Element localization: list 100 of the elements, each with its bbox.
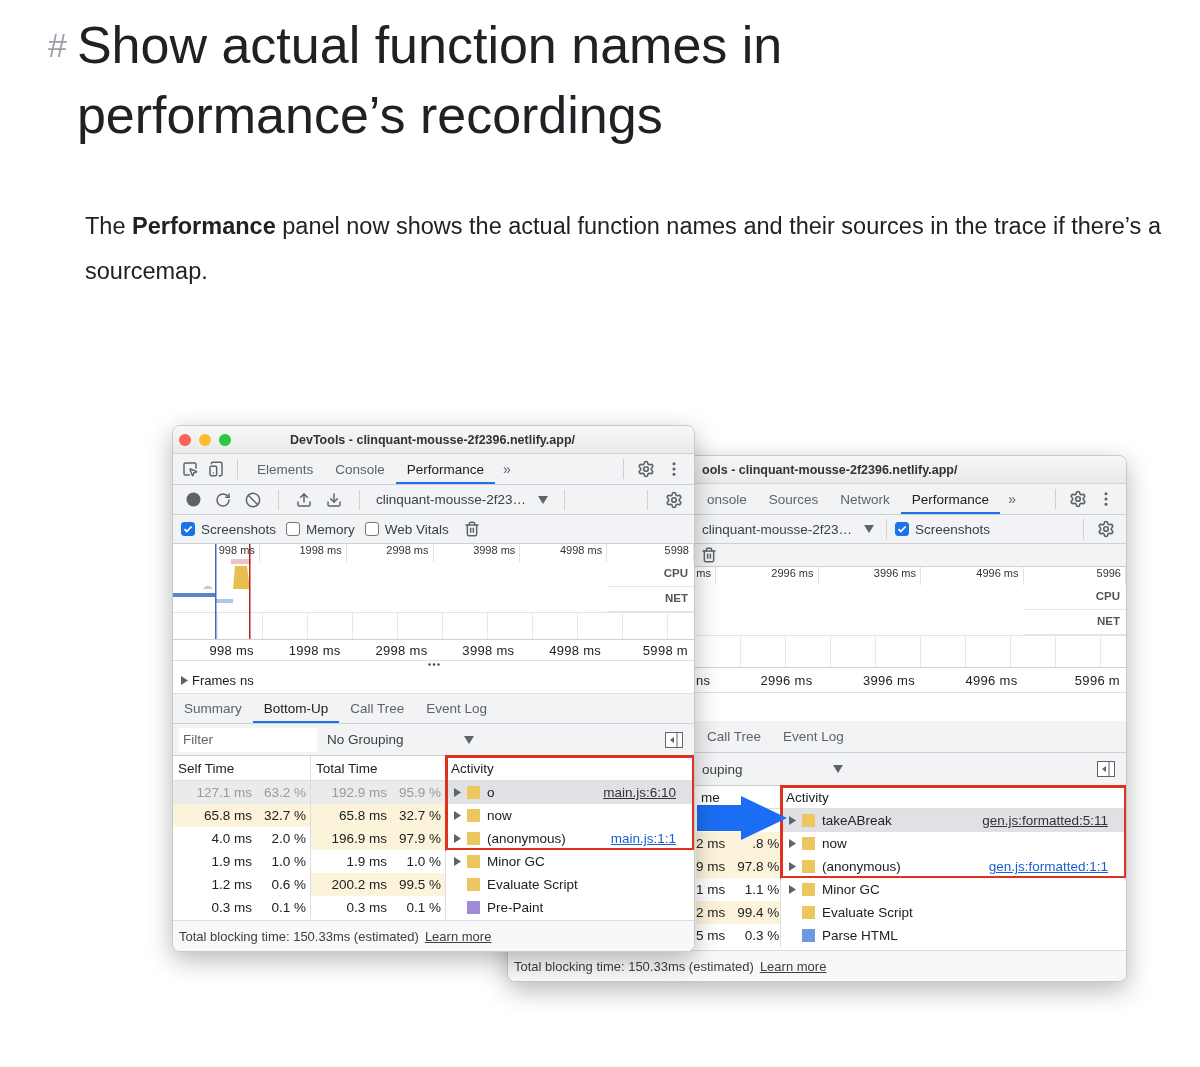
activity-name: now (822, 836, 847, 851)
time-ruler-label: 998 ms (208, 642, 255, 658)
checkbox[interactable] (286, 522, 301, 536)
time-cell: 65.8 ms 32.7 % (311, 804, 445, 827)
time-cell: 2 ms 99.4 % (696, 901, 780, 924)
checkbox-label: Web Vitals (384, 521, 449, 537)
ruler-tick-label: 4998 ms (520, 544, 608, 562)
ruler-tick-label: 2998 ms (346, 544, 434, 562)
checkmark-icon (897, 524, 908, 534)
arrow-icon (697, 796, 787, 840)
time-cell: 127.1 ms 63.2 % (173, 781, 310, 804)
dropdown-caret-icon (864, 525, 875, 533)
time-cell: 2 ms .8 % (696, 832, 780, 855)
activity-cell[interactable]: takeABreak gen.js:formatted:5:11 (781, 809, 1126, 832)
grouping-select[interactable]: ouping (698, 761, 847, 777)
expand-triangle-icon[interactable] (789, 885, 796, 894)
activity-name: Parse HTML (822, 928, 898, 943)
time-cell: 65.8 ms 32.7 % (173, 804, 310, 827)
learn-more-link[interactable]: Learn more (424, 928, 492, 944)
expand-triangle-icon[interactable] (789, 839, 796, 848)
resize-handle-icon[interactable] (427, 663, 440, 666)
time-cell: 196.9 ms 97.9 % (311, 827, 445, 850)
panel-tab[interactable]: Network (829, 484, 901, 514)
details-tab[interactable]: Event Log (772, 721, 855, 752)
time-ruler-label: 1998 ms (287, 642, 342, 658)
expand-triangle-icon[interactable] (789, 816, 796, 825)
panel-tab[interactable]: Console (324, 454, 396, 484)
grouping-select[interactable]: No Grouping (323, 732, 478, 747)
expand-triangle-icon[interactable] (454, 811, 461, 820)
activity-name: Evaluate Script (822, 905, 913, 920)
expand-triangle-icon[interactable] (789, 862, 796, 871)
source-link[interactable]: gen.js:formatted:5:11 (982, 813, 1108, 828)
panel-tab[interactable]: onsole (696, 484, 758, 514)
time-ruler-label: 3996 ms (862, 672, 916, 688)
time-cell: 192.9 ms 95.9 % (311, 781, 445, 804)
details-tab[interactable]: Event Log (415, 694, 499, 723)
ruler-tick-label: ms (696, 567, 716, 585)
time-cell: 200.2 ms 99.5 % (311, 873, 445, 896)
activity-name: (anonymous) (487, 831, 566, 846)
article-paragraph: The Performance panel now shows the actual function names and their sources in the trace if there’s a sourcemap. (85, 212, 1162, 286)
dropdown-caret-icon (463, 735, 474, 744)
expand-triangle-icon[interactable] (181, 676, 188, 685)
track-title[interactable]: Frames (192, 673, 237, 688)
activity-name: now (487, 808, 512, 823)
ruler-tick-label: 3998 ms (433, 544, 521, 562)
activity-name: Evaluate Script (487, 877, 578, 892)
activity-name: (anonymous) (822, 859, 901, 874)
more-tabs-button[interactable]: » (495, 461, 519, 477)
footer-text: Total blocking time: 150.33ms (estimated) (514, 958, 754, 974)
checkmark-icon (183, 524, 193, 534)
checkbox[interactable] (895, 522, 910, 536)
target-select[interactable]: clinquant-mousse-2f23… (372, 492, 553, 507)
ruler-tick-label: 2996 ms (716, 567, 819, 585)
activity-name: takeABreak (822, 813, 892, 828)
time-ruler-label: 3998 ms (461, 642, 516, 658)
ruler-tick-label: 5998 (607, 544, 694, 562)
activity-name: Pre-Paint (487, 900, 544, 915)
window-title: DevTools - clinquant-mousse-2f2396.netlify.app/ (289, 432, 576, 447)
dropdown-caret-icon (832, 765, 843, 773)
time-ruler-label: 2996 ms (759, 672, 814, 688)
time-ruler-label: 2998 ms (374, 642, 429, 658)
checkbox[interactable] (181, 522, 195, 536)
expand-triangle-icon[interactable] (454, 834, 461, 843)
panel-tab[interactable]: Elements (246, 454, 325, 484)
column-header[interactable]: Self Time (178, 760, 235, 776)
more-tabs-button[interactable]: » (1000, 491, 1024, 507)
close-button[interactable] (179, 433, 191, 446)
time-cell: 9 ms 97.8 % (696, 855, 780, 878)
ruler-tick-label: 1998 ms (259, 544, 347, 562)
ruler-tick-label: 4996 ms (921, 567, 1024, 585)
track-label: CPU (607, 562, 694, 587)
details-tab[interactable]: Call Tree (696, 721, 773, 752)
window-title: ools - clinquant-mousse-2f2396.netlify.app/ (702, 462, 958, 477)
filter-field[interactable]: Filter (179, 727, 317, 752)
details-tab[interactable]: Call Tree (339, 694, 416, 723)
expand-triangle-icon[interactable] (454, 857, 461, 866)
learn-more-link[interactable]: Learn more (759, 958, 827, 974)
column-header[interactable]: Total Time (316, 760, 378, 776)
checkbox-label: Screenshots (201, 521, 277, 537)
target-select[interactable]: clinquant-mousse-2f23… (698, 521, 879, 537)
time-ruler-label: 4998 ms (548, 642, 603, 658)
activity-name: o (487, 785, 495, 800)
footer-text: Total blocking time: 150.33ms (estimated) (179, 928, 419, 944)
source-link[interactable]: main.js:6:10 (603, 785, 676, 800)
panel-tab[interactable]: Sources (757, 484, 830, 514)
details-tab[interactable]: Summary (173, 694, 253, 723)
ruler-tick-label: 5996 (1023, 567, 1126, 585)
time-ruler-label: ns (696, 672, 712, 688)
column-header[interactable]: me (701, 789, 720, 805)
source-link[interactable]: main.js:1:1 (610, 831, 676, 846)
checkbox-label: Screenshots (915, 521, 991, 537)
activity-name: Minor GC (487, 854, 545, 869)
checkbox[interactable] (364, 522, 379, 536)
dropdown-caret-icon (538, 495, 549, 504)
track-label: CPU (1023, 585, 1126, 610)
article-heading: Show actual function names in performance’s recordings (76, 15, 784, 146)
activity-cell[interactable]: o main.js:6:10 (446, 781, 694, 804)
source-link[interactable]: gen.js:formatted:1:1 (988, 859, 1108, 874)
ruler-tick-label: ns (240, 673, 254, 688)
expand-triangle-icon[interactable] (454, 788, 461, 797)
